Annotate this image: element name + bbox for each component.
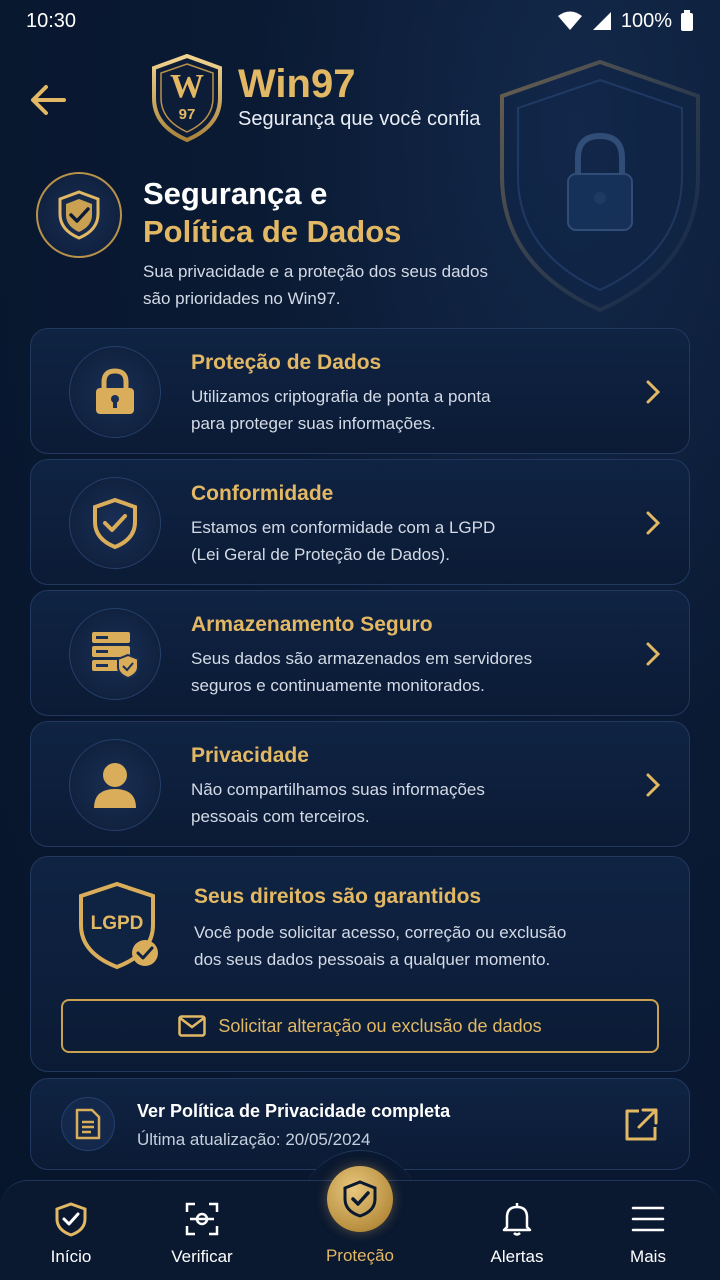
brand-logo: W 97 xyxy=(150,53,224,143)
nav-item-protecao[interactable] xyxy=(327,1166,393,1232)
chevron-right-icon xyxy=(646,380,661,404)
chevron-right-icon xyxy=(646,642,661,666)
feature-description: Não compartilhamos suas informações pess… xyxy=(191,776,591,830)
description-line2: são prioridades no Win97. xyxy=(143,289,341,308)
brand-tagline: Segurança que você confia xyxy=(238,108,481,130)
shield-check-icon xyxy=(69,477,161,569)
bell-icon xyxy=(502,1203,532,1236)
feature-desc-line1: Utilizamos criptografia de ponta a ponta xyxy=(191,387,491,406)
status-icons: 100% xyxy=(557,10,694,33)
feature-desc-line1: Não compartilhamos suas informações xyxy=(191,780,485,799)
request-button-label: Solicitar alteração ou exclusão de dados xyxy=(218,1015,542,1036)
feature-card-privacy[interactable]: Privacidade Não compartilhamos suas info… xyxy=(30,721,690,847)
nav-label: Alertas xyxy=(490,1247,544,1266)
menu-icon xyxy=(631,1206,665,1232)
shield-check-icon xyxy=(343,1180,377,1218)
feature-desc-line2: para proteger suas informações. xyxy=(191,414,436,433)
server-shield-icon xyxy=(69,608,161,700)
lgpd-shield-icon: LGPD xyxy=(79,881,165,973)
nav-label: Mais xyxy=(630,1247,666,1266)
nav-label-active: Proteção xyxy=(325,1246,395,1265)
feature-title: Privacidade xyxy=(191,744,309,767)
lock-icon xyxy=(69,346,161,438)
status-bar: 10:30 100% xyxy=(0,0,720,42)
feature-desc-line2: pessoais com terceiros. xyxy=(191,807,370,826)
nav-label: Verificar xyxy=(171,1247,233,1266)
policy-title: Ver Política de Privacidade completa xyxy=(137,1101,451,1121)
nav-item-mais[interactable]: Mais xyxy=(588,1181,708,1280)
battery-percent: 100% xyxy=(620,9,672,32)
feature-title: Proteção de Dados xyxy=(191,351,382,374)
mail-icon xyxy=(178,1015,207,1037)
rights-card: LGPD Seus direitos são garantidos Você p… xyxy=(30,856,690,1072)
page-title-line1: Segurança e xyxy=(143,176,328,211)
lgpd-badge-text: LGPD xyxy=(90,913,144,934)
nav-item-inicio[interactable]: Início xyxy=(11,1181,131,1280)
chevron-right-icon xyxy=(646,773,661,797)
rights-title: Seus direitos são garantidos xyxy=(194,885,482,908)
document-icon xyxy=(61,1097,115,1151)
feature-description: Utilizamos criptografia de ponta a ponta… xyxy=(191,383,591,437)
logo-letter: W xyxy=(170,68,204,105)
feature-card-compliance[interactable]: Conformidade Estamos em conformidade com… xyxy=(30,459,690,585)
description-line1: Sua privacidade e a proteção dos seus da… xyxy=(143,262,488,281)
feature-card-secure-storage[interactable]: Armazenamento Seguro Seus dados são arma… xyxy=(30,590,690,716)
request-data-change-button[interactable]: Solicitar alteração ou exclusão de dados xyxy=(61,999,659,1053)
shield-home-icon xyxy=(55,1202,87,1237)
brand-name: Win97 xyxy=(238,62,356,106)
page-title-line2: Política de Dados xyxy=(143,214,402,249)
nav-item-alertas[interactable]: Alertas xyxy=(457,1181,577,1280)
external-link-icon xyxy=(625,1108,658,1141)
back-arrow-icon[interactable] xyxy=(26,78,70,122)
wifi-icon xyxy=(557,11,582,30)
feature-desc-line1: Estamos em conformidade com a LGPD xyxy=(191,518,496,537)
chevron-right-icon xyxy=(646,511,661,535)
decorative-shield-lock-icon xyxy=(500,59,700,313)
rights-description: Você pode solicitar acesso, correção ou … xyxy=(194,919,614,973)
feature-desc-line2: (Lei Geral de Proteção de Dados). xyxy=(191,545,450,564)
nav-item-verificar[interactable]: Verificar xyxy=(142,1181,262,1280)
battery-icon xyxy=(681,10,693,31)
feature-desc-line2: seguros e continuamente monitorados. xyxy=(191,676,485,695)
feature-title: Conformidade xyxy=(191,482,334,505)
policy-updated-date: Última atualização: 20/05/2024 xyxy=(137,1130,371,1149)
feature-description: Seus dados são armazenados em servidores… xyxy=(191,645,591,699)
hero-shield-icon xyxy=(36,172,122,258)
feature-title: Armazenamento Seguro xyxy=(191,613,433,636)
feature-card-data-protection[interactable]: Proteção de Dados Utilizamos criptografi… xyxy=(30,328,690,454)
rights-desc-line2: dos seus dados pessoais a qualquer momen… xyxy=(194,950,551,969)
logo-number: 97 xyxy=(178,106,196,123)
feature-desc-line1: Seus dados são armazenados em servidores xyxy=(191,649,533,668)
rights-desc-line1: Você pode solicitar acesso, correção ou … xyxy=(194,923,567,942)
nav-label: Início xyxy=(50,1247,92,1266)
scan-icon xyxy=(185,1202,219,1236)
status-time: 10:30 xyxy=(26,9,77,32)
feature-description: Estamos em conformidade com a LGPD (Lei … xyxy=(191,514,591,568)
signal-icon xyxy=(592,12,611,30)
page-description: Sua privacidade e a proteção dos seus da… xyxy=(143,258,523,312)
user-icon xyxy=(69,739,161,831)
